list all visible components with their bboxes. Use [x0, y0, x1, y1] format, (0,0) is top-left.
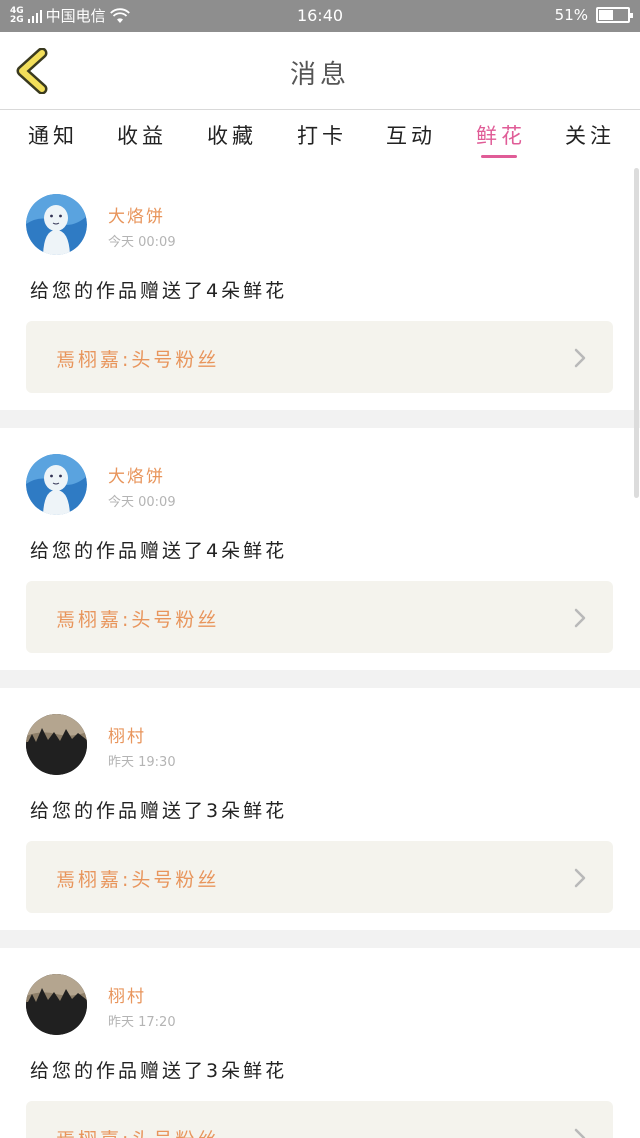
landscape-avatar-icon — [26, 714, 87, 775]
timestamp: 昨天 19:30 — [108, 755, 176, 770]
work-link[interactable]: 焉栩嘉:头号粉丝 — [26, 581, 613, 653]
chevron-right-icon — [574, 608, 586, 628]
status-bar: 4G 2G 中国电信 16:40 51% — [0, 0, 640, 32]
tab-checkin[interactable]: 打卡 — [282, 120, 362, 150]
tab-bar: 通知 收益 收藏 打卡 互动 鲜花 关注 — [0, 110, 640, 166]
timestamp: 今天 00:09 — [108, 235, 176, 250]
message-card: 栩村 昨天 19:30 给您的作品赠送了3朵鲜花 焉栩嘉:头号粉丝 — [0, 688, 640, 930]
username[interactable]: 栩村 — [108, 982, 146, 1007]
tab-earnings[interactable]: 收益 — [102, 120, 182, 150]
tab-flowers[interactable]: 鲜花 — [461, 120, 541, 150]
status-time: 16:40 — [296, 6, 344, 25]
username[interactable]: 大烙饼 — [108, 462, 165, 487]
divider — [0, 930, 640, 948]
tab-favorites[interactable]: 收藏 — [192, 120, 272, 150]
battery-percent: 51% — [554, 6, 588, 24]
page-title: 消息 — [289, 60, 350, 90]
divider — [0, 410, 640, 428]
avatar[interactable] — [26, 454, 87, 515]
username[interactable]: 大烙饼 — [108, 202, 165, 227]
message-card: 大烙饼 今天 00:09 给您的作品赠送了4朵鲜花 焉栩嘉:头号粉丝 — [0, 168, 640, 410]
work-link[interactable]: 焉栩嘉:头号粉丝 — [26, 841, 613, 913]
timestamp: 昨天 17:20 — [108, 1015, 176, 1030]
tab-interaction[interactable]: 互动 — [371, 120, 451, 150]
battery-fill — [599, 10, 613, 20]
work-link[interactable]: 焉栩嘉:头号粉丝 — [26, 321, 613, 393]
message-card: 大烙饼 今天 00:09 给您的作品赠送了4朵鲜花 焉栩嘉:头号粉丝 — [0, 428, 640, 670]
nav-bar: 消息 — [0, 32, 640, 110]
cartoon-avatar-icon — [26, 454, 87, 515]
timestamp: 今天 00:09 — [108, 495, 176, 510]
message-text: 给您的作品赠送了4朵鲜花 — [30, 540, 288, 562]
active-tab-indicator — [481, 155, 517, 158]
work-link-label: 焉栩嘉:头号粉丝 — [56, 609, 220, 631]
scrollbar[interactable] — [634, 168, 639, 498]
message-text: 给您的作品赠送了4朵鲜花 — [30, 280, 288, 302]
chevron-right-icon — [574, 868, 586, 888]
cartoon-avatar-icon — [26, 194, 87, 255]
avatar[interactable] — [26, 194, 87, 255]
work-link-label: 焉栩嘉:头号粉丝 — [56, 869, 220, 891]
tab-notice[interactable]: 通知 — [13, 120, 93, 150]
work-link[interactable]: 焉栩嘉:头号粉丝 — [26, 1101, 613, 1138]
avatar[interactable] — [26, 714, 87, 775]
chevron-right-icon — [574, 1128, 586, 1138]
battery-icon — [596, 7, 633, 23]
message-text: 给您的作品赠送了3朵鲜花 — [30, 800, 288, 822]
chevron-right-icon — [574, 348, 586, 368]
avatar[interactable] — [26, 974, 87, 1035]
tab-following[interactable]: 关注 — [550, 120, 630, 150]
username[interactable]: 栩村 — [108, 722, 146, 747]
message-text: 给您的作品赠送了3朵鲜花 — [30, 1060, 288, 1082]
status-right: 51% — [554, 6, 633, 24]
work-link-label: 焉栩嘉:头号粉丝 — [56, 1125, 219, 1138]
message-card: 栩村 昨天 17:20 给您的作品赠送了3朵鲜花 焉栩嘉:头号粉丝 — [0, 948, 640, 1138]
landscape-avatar-icon — [26, 974, 87, 1035]
work-link-label: 焉栩嘉:头号粉丝 — [56, 349, 220, 371]
divider — [0, 670, 640, 688]
